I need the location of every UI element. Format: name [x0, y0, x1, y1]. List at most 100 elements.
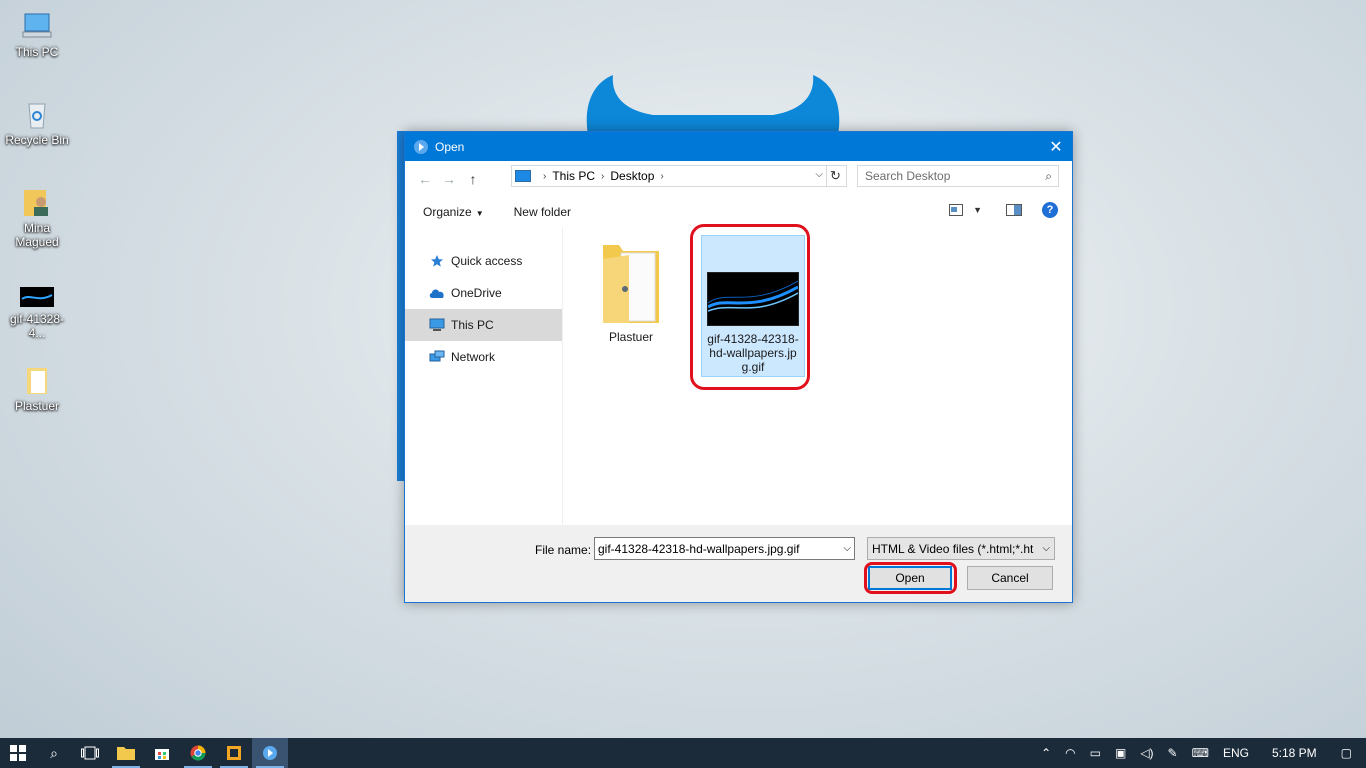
file-type-value: HTML & Video files (*.html;*.ht: [872, 541, 1034, 556]
search-button[interactable]: ⌕: [36, 738, 72, 768]
change-view-icon[interactable]: [949, 204, 964, 216]
keyboard-icon[interactable]: ⌨: [1185, 746, 1216, 760]
cancel-button[interactable]: Cancel: [967, 566, 1053, 590]
sidebar-item-onedrive[interactable]: OneDrive: [405, 277, 562, 309]
view-dropdown-icon[interactable]: ▼: [973, 205, 982, 215]
sidebar-item-quick-access[interactable]: Quick access: [405, 245, 562, 277]
caret-down-icon: ▼: [475, 209, 484, 218]
store-icon: [155, 749, 169, 760]
chevron-right-icon: ›: [601, 170, 605, 182]
sidebar-item-label: This PC: [451, 318, 494, 332]
app-icon: [263, 746, 277, 760]
breadcrumb-desktop[interactable]: Desktop: [610, 169, 654, 183]
sidebar-item-label: OneDrive: [451, 286, 502, 300]
view-controls: ▼ ?: [949, 202, 1058, 218]
preview-pane-icon[interactable]: [1006, 204, 1022, 216]
background-window-edge: [397, 131, 404, 481]
chevron-right-icon[interactable]: ›: [660, 171, 663, 182]
pen-icon[interactable]: ✎: [1161, 746, 1185, 760]
sidebar-item-label: Network: [451, 350, 496, 364]
desktop-icon-label: Recycle Bin: [5, 133, 69, 147]
sidebar-item-network[interactable]: Network: [405, 341, 562, 373]
taskbar-chrome[interactable]: [180, 738, 216, 768]
user-folder-icon: [21, 186, 53, 218]
up-button[interactable]: ↑: [461, 167, 485, 191]
battery-icon[interactable]: ▭: [1083, 746, 1108, 760]
chrome-icon: [190, 745, 206, 761]
desktop-icon-label: This PC: [15, 45, 59, 59]
chevron-up-icon[interactable]: ⌃: [1034, 746, 1058, 760]
highlight-annotation-open: [864, 562, 957, 594]
file-list: Plastuer gif-41328-42318- hd-wallpapers.…: [563, 224, 1072, 525]
chevron-down-icon[interactable]: ⌵: [843, 543, 851, 554]
app-window-icon: [227, 746, 241, 760]
computer-icon: [21, 10, 53, 42]
help-icon: ?: [1046, 204, 1054, 216]
dialog-footer: File name: ⌵ HTML & Video files (*.html;…: [405, 525, 1072, 602]
system-tray: ⌃ ◠ ▭ ▣ ◁) ✎ ⌨ ENG 5:18 PM ▢: [1034, 738, 1366, 768]
back-button[interactable]: ←: [413, 167, 437, 191]
notification-icon[interactable]: ▢: [1333, 746, 1366, 760]
forward-button[interactable]: →: [437, 167, 461, 191]
search-icon[interactable]: ⌕: [1045, 169, 1052, 184]
start-button[interactable]: [0, 738, 36, 768]
file-item-name: Plastuer: [608, 330, 654, 344]
desktop-icon-plastuer[interactable]: Plastuer: [2, 364, 72, 413]
arrow-right-icon: →: [442, 171, 456, 187]
background-logo: [586, 75, 840, 135]
taskbar-current-app[interactable]: [252, 738, 288, 768]
windows-icon: [10, 745, 26, 761]
refresh-button[interactable]: ↻: [825, 165, 847, 187]
sidebar-item-this-pc[interactable]: This PC: [405, 309, 562, 341]
star-icon: [429, 253, 445, 269]
organize-button[interactable]: Organize ▼: [423, 205, 484, 219]
taskbar-file-explorer[interactable]: [108, 738, 144, 768]
breadcrumb-this-pc[interactable]: This PC: [552, 169, 595, 183]
taskbar-store[interactable]: [144, 738, 180, 768]
new-folder-label: New folder: [513, 205, 571, 219]
cancel-label: Cancel: [991, 571, 1029, 585]
computer-icon: [429, 317, 445, 333]
help-button[interactable]: ?: [1042, 202, 1058, 218]
file-name-input[interactable]: [598, 541, 833, 556]
cloud-icon: [429, 285, 445, 301]
file-type-select[interactable]: HTML & Video files (*.html;*.ht ⌵: [867, 537, 1055, 560]
file-name-combobox[interactable]: ⌵: [594, 537, 855, 560]
chevron-down-icon: ⌵: [1038, 543, 1050, 554]
desktop-icon-label: gif-41328-4...: [9, 312, 65, 340]
network-drive-icon[interactable]: ▣: [1108, 746, 1133, 760]
open-file-dialog: Open ✕ ← → ↑ › This PC › Desktop › ⌵ ↻ ⌕…: [404, 131, 1073, 603]
desktop-icon-label: Mina Magued: [15, 221, 59, 249]
search-box[interactable]: ⌕: [857, 165, 1059, 187]
folder-icon: [117, 747, 135, 760]
close-icon: ✕: [1049, 138, 1063, 156]
desktop-icon-this-pc[interactable]: This PC: [2, 10, 72, 59]
recycle-bin-icon: [21, 98, 53, 130]
new-folder-button[interactable]: New folder: [514, 205, 571, 219]
navigation-bar: ← → ↑ › This PC › Desktop › ⌵ ↻ ⌕: [405, 161, 1072, 197]
desktop-icon-gif-file[interactable]: gif-41328-4...: [2, 287, 72, 340]
dialog-content: Quick access OneDrive This PC Network Pl…: [405, 224, 1072, 525]
desktop-icon-user-folder[interactable]: Mina Magued: [2, 186, 72, 249]
file-name-label: File name:: [535, 543, 592, 557]
refresh-icon: ↻: [830, 168, 841, 183]
task-view-button[interactable]: [72, 738, 108, 768]
close-button[interactable]: ✕: [1040, 132, 1072, 161]
dialog-titlebar[interactable]: Open ✕: [405, 132, 1072, 161]
folder-icon: [21, 364, 53, 396]
address-bar[interactable]: › This PC › Desktop › ⌵: [511, 165, 827, 187]
file-item-folder[interactable]: Plastuer: [579, 239, 683, 349]
search-input[interactable]: [865, 169, 1035, 183]
taskbar: ⌕ ⌃ ◠ ▭ ▣ ◁) ✎ ⌨ ENG 5:18 PM ▢: [0, 738, 1366, 768]
clock[interactable]: 5:18 PM: [1256, 746, 1333, 760]
sidebar-item-label: Quick access: [451, 254, 523, 268]
chevron-down-icon[interactable]: ⌵: [815, 169, 823, 180]
volume-icon[interactable]: ◁): [1133, 746, 1160, 760]
taskbar-app-orange[interactable]: [216, 738, 252, 768]
wifi-icon[interactable]: ◠: [1058, 746, 1082, 760]
language-indicator[interactable]: ENG: [1216, 746, 1256, 760]
desktop-icon-recycle-bin[interactable]: Recycle Bin: [2, 98, 72, 147]
folder-icon: [603, 245, 659, 323]
arrow-left-icon: ←: [418, 171, 432, 187]
command-bar: Organize ▼ New folder ▼ ?: [405, 197, 1072, 227]
